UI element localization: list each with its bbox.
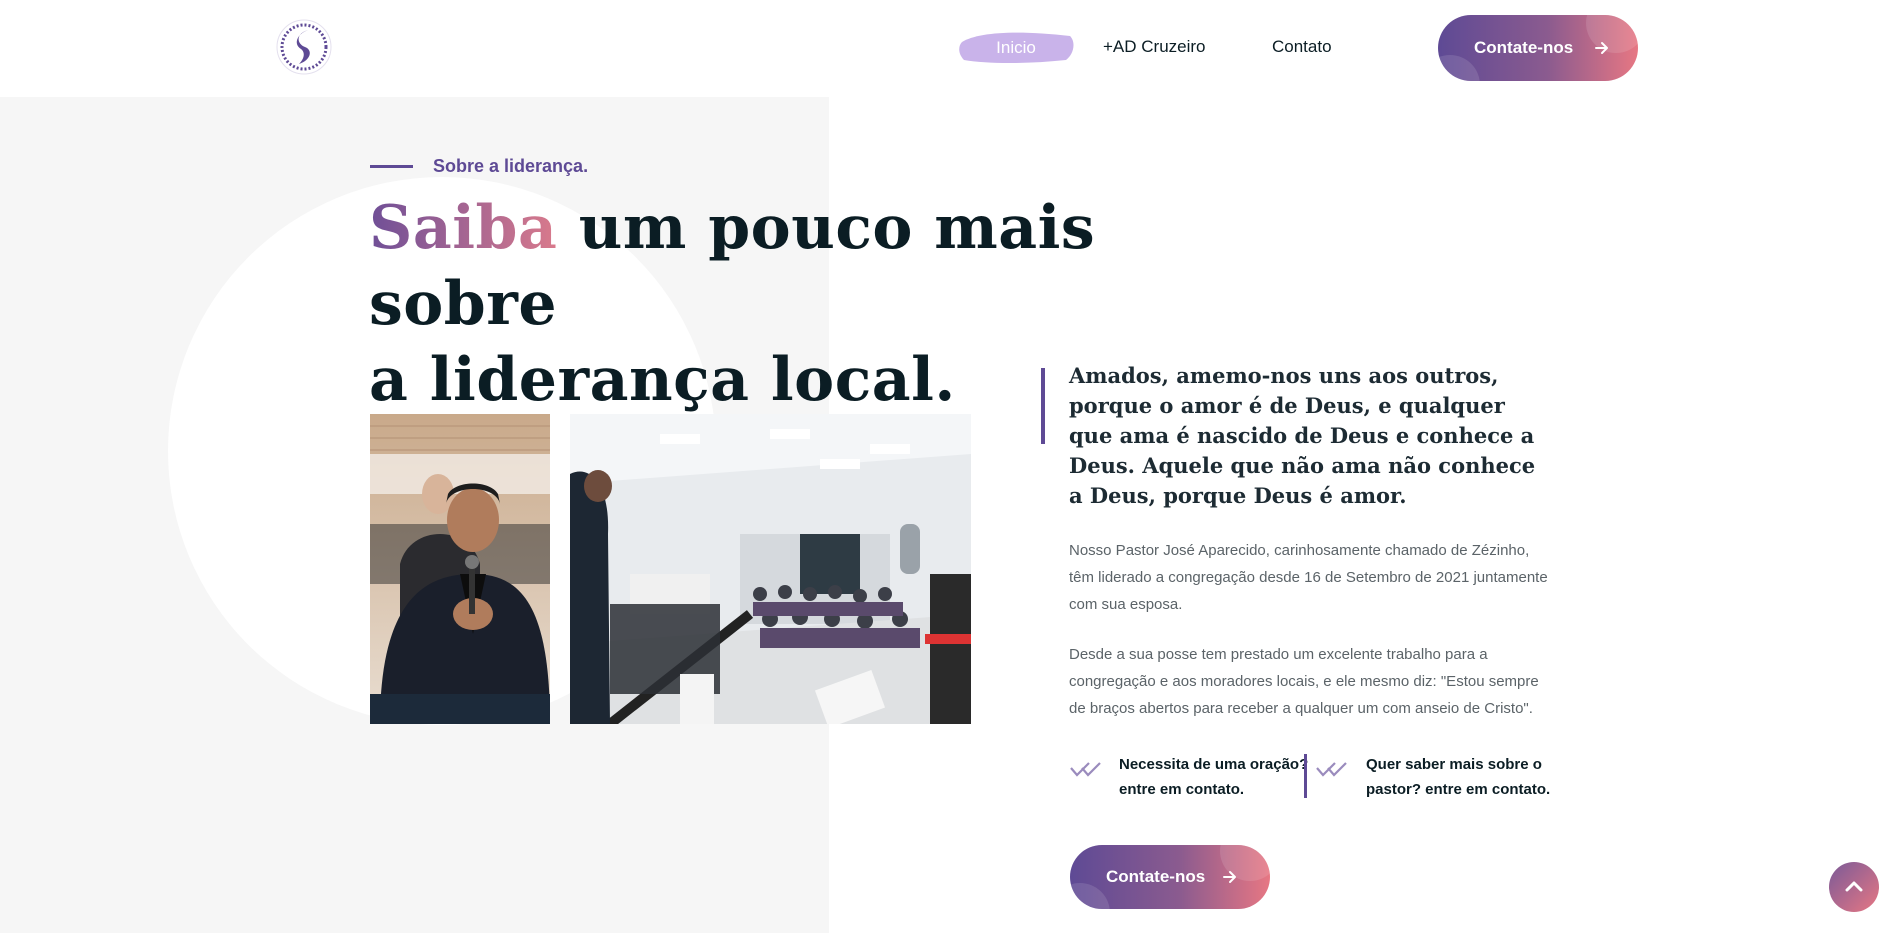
double-check-icon <box>1316 762 1347 777</box>
chevron-up-icon <box>1845 881 1863 892</box>
section-eyebrow: Sobre a liderança. <box>433 156 589 176</box>
nav-contato[interactable]: Contato <box>1272 37 1332 57</box>
button-label: Contate-nos <box>1106 867 1206 886</box>
content-contact-button[interactable]: Contate-nos <box>1070 845 1270 909</box>
headline-line2: a liderança local. <box>369 345 956 415</box>
nav-ad-cruzeiro[interactable]: +AD Cruzeiro <box>1103 37 1206 57</box>
pastor-photo <box>370 414 550 724</box>
quote-accent-bar <box>1041 368 1045 444</box>
scroll-to-top-button[interactable] <box>1829 862 1879 912</box>
feature-pastor: Quer saber mais sobre o pastor? entre em… <box>1366 756 1551 798</box>
eyebrow-line <box>370 165 413 168</box>
button-label: Contate-nos <box>1474 38 1574 57</box>
bible-quote: Amados, amemo-nos uns aos outros, porque… <box>1069 363 1536 508</box>
logo-icon <box>276 19 332 75</box>
nav-inicio[interactable]: Inicio <box>958 28 1076 66</box>
double-check-icon <box>1070 762 1101 777</box>
arrow-right-icon <box>1223 871 1236 883</box>
feature-divider <box>1304 754 1307 798</box>
congregation-photo <box>570 414 971 724</box>
arrow-right-icon <box>1595 42 1608 54</box>
feature-prayer: Necessita de uma oração? entre em contat… <box>1119 756 1309 798</box>
pastor-paragraph-2: Desde a sua posse tem prestado um excele… <box>1069 646 1539 717</box>
headline-accent: Saiba <box>369 193 558 263</box>
header-contact-button[interactable]: Contate-nos <box>1438 15 1638 81</box>
logo-link[interactable] <box>275 18 333 76</box>
pastor-paragraph-1: Nosso Pastor José Aparecido, carinhosame… <box>1069 542 1548 613</box>
site-header: Inicio +AD Cruzeiro Contato Contate-nos <box>0 0 1904 97</box>
nav-label: Inicio <box>996 38 1036 57</box>
